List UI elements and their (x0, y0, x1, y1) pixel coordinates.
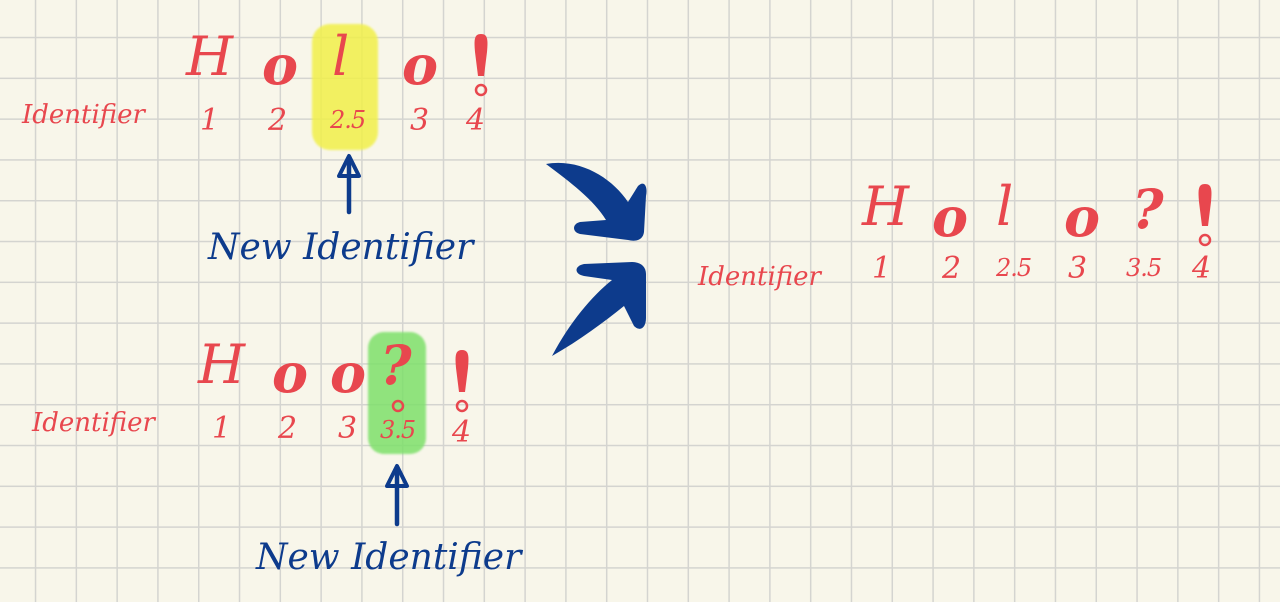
result-id-6: 4 (1192, 251, 1212, 286)
bottom-small-circle-icon (391, 399, 405, 413)
result-id-2: 2 (942, 251, 962, 286)
top-new-identifier-label: New Identifier (208, 227, 474, 268)
bottom-char-3: o (330, 341, 367, 405)
bottom-up-arrow-icon (385, 464, 409, 527)
bottom-id-5: 4 (452, 415, 472, 450)
top-char-1: H (186, 25, 234, 88)
bottom-id-4: 3.5 (380, 416, 416, 444)
merge-arrows-icon (546, 162, 647, 356)
bottom-new-identifier-label: New Identifier (256, 537, 522, 578)
top-id-1: 1 (200, 103, 220, 138)
result-char-5: ? (1132, 177, 1164, 241)
bottom-id-1: 1 (212, 411, 232, 446)
bottom-char-1: H (198, 333, 246, 396)
result-id-5: 3.5 (1126, 254, 1162, 282)
result-id-1: 1 (872, 251, 892, 286)
bottom-char-4: ? (380, 333, 412, 397)
result-char-2: o (932, 185, 969, 249)
top-identifier-label: Identifier (22, 100, 145, 130)
result-char-3: l (996, 175, 1014, 238)
top-char-3: l (332, 25, 350, 88)
result-id-4: 3 (1068, 251, 1088, 286)
top-end-exclamation-icon (474, 34, 488, 97)
top-char-4: o (402, 33, 439, 97)
result-char-1: H (862, 175, 910, 238)
result-identifier-label: Identifier (698, 262, 821, 292)
top-id-5: 4 (466, 103, 486, 138)
result-char-4: o (1064, 185, 1101, 249)
bottom-char-2: o (272, 341, 309, 405)
result-end-exclamation-icon (1198, 184, 1212, 247)
result-id-3: 2.5 (996, 254, 1032, 282)
bottom-id-3: 3 (338, 411, 358, 446)
top-id-2: 2 (268, 103, 288, 138)
bottom-identifier-label: Identifier (32, 408, 155, 438)
top-up-arrow-icon (337, 154, 361, 215)
top-char-2: o (262, 33, 299, 97)
top-id-3: 2.5 (330, 106, 366, 134)
top-id-4: 3 (410, 103, 430, 138)
bottom-end-exclamation-icon (455, 350, 469, 413)
bottom-id-2: 2 (278, 411, 298, 446)
